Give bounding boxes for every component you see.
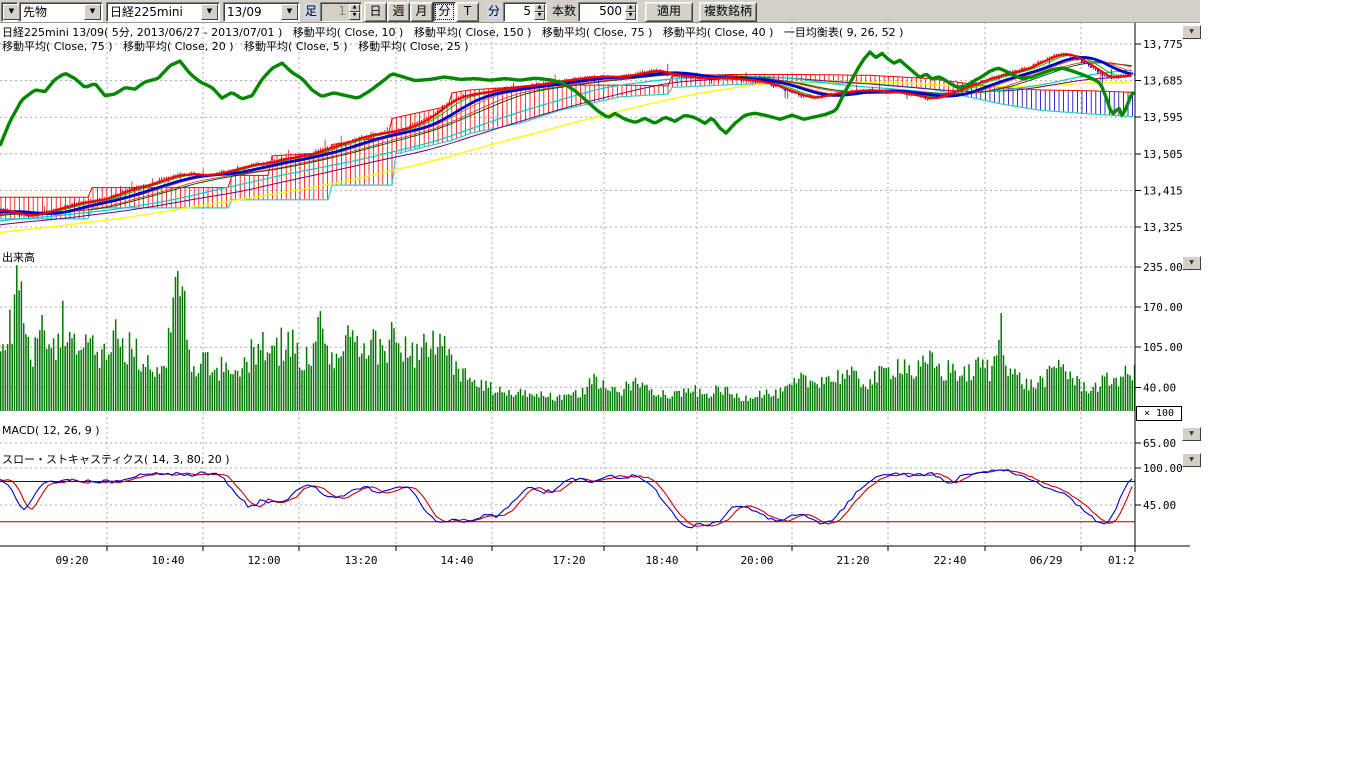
tick-button[interactable]: T xyxy=(456,2,479,22)
svg-text:06/29: 06/29 xyxy=(1029,554,1062,567)
ichimoku-cloud xyxy=(0,75,1134,219)
bar-count-value: 500 xyxy=(579,3,624,21)
svg-text:13,595: 13,595 xyxy=(1143,111,1183,124)
bar-interval-value: 1 xyxy=(321,3,348,21)
symbol-combo-value: 日経225mini xyxy=(107,4,200,20)
bar-interval-spinner: 1 ▲▼ xyxy=(320,2,362,22)
bar-type-label: 足 xyxy=(304,3,318,19)
minute-value: 5 xyxy=(504,3,533,21)
apply-button[interactable]: 適用 xyxy=(645,2,693,22)
stoch-k-line xyxy=(0,470,1132,528)
blank-combo[interactable]: ▼ xyxy=(1,2,18,22)
price-panel-menu-button[interactable]: ▼ xyxy=(1182,25,1201,39)
contract-combo[interactable]: 13/09 ▼ xyxy=(223,2,300,22)
svg-text:235.00: 235.00 xyxy=(1143,261,1183,274)
svg-text:13,415: 13,415 xyxy=(1143,184,1183,197)
spinner-arrows-icon[interactable]: ▲▼ xyxy=(534,4,545,20)
chart-canvas: 13,775 13,685 13,595 13,505 13,415 13,325 235.… xyxy=(0,0,1200,580)
chart-region: 13,775 13,685 13,595 13,505 13,415 13,325 235.… xyxy=(0,0,1200,580)
grid-lines xyxy=(0,22,1135,546)
weekly-button[interactable]: 週 xyxy=(387,2,410,22)
contract-combo-value: 13/09 xyxy=(224,4,280,20)
svg-text:18:40: 18:40 xyxy=(645,554,678,567)
svg-text:45.00: 45.00 xyxy=(1143,499,1176,512)
svg-text:22:40: 22:40 xyxy=(933,554,966,567)
svg-text:01:2: 01:2 xyxy=(1108,554,1135,567)
chart-application-window: 13,775 13,685 13,595 13,505 13,415 13,325 235.… xyxy=(0,0,1200,580)
minute-unit-label: 分 xyxy=(487,3,501,19)
svg-text:17:20: 17:20 xyxy=(552,554,585,567)
macd-panel-menu-button[interactable]: ▼ xyxy=(1182,427,1201,441)
svg-text:13,505: 13,505 xyxy=(1143,148,1183,161)
spinner-arrows-icon[interactable]: ▲▼ xyxy=(625,4,636,20)
screen: 13,775 13,685 13,595 13,505 13,415 13,325 235.… xyxy=(0,0,1366,768)
svg-text:20:00: 20:00 xyxy=(740,554,773,567)
toolbar: ▼ 先物 ▼ 日経225mini ▼ 13/09 ▼ 足 1 ▲▼ 日 週 月 … xyxy=(0,0,1200,23)
chevron-down-icon[interactable]: ▼ xyxy=(3,4,20,20)
symbol-combo[interactable]: 日経225mini ▼ xyxy=(106,2,220,22)
svg-text:14:40: 14:40 xyxy=(440,554,473,567)
svg-text:13,775: 13,775 xyxy=(1143,38,1183,51)
svg-text:105.00: 105.00 xyxy=(1143,341,1183,354)
svg-text:21:20: 21:20 xyxy=(836,554,869,567)
volume-panel-menu-button[interactable]: ▼ xyxy=(1182,256,1201,270)
svg-text:12:00: 12:00 xyxy=(247,554,280,567)
svg-text:13:20: 13:20 xyxy=(344,554,377,567)
stoch-panel-menu-button[interactable]: ▼ xyxy=(1182,453,1201,467)
bar-count-spinner[interactable]: 500 ▲▼ xyxy=(578,2,638,22)
svg-text:40.00: 40.00 xyxy=(1143,381,1176,394)
candlesticks xyxy=(0,52,1136,217)
stochastics-lines xyxy=(0,470,1132,528)
svg-text:100.00: 100.00 xyxy=(1143,462,1183,475)
svg-text:13,325: 13,325 xyxy=(1143,221,1183,234)
category-combo-value: 先物 xyxy=(20,4,83,20)
multi-symbol-button[interactable]: 複数銘柄 xyxy=(699,2,757,22)
chevron-down-icon[interactable]: ▼ xyxy=(201,4,218,20)
svg-text:09:20: 09:20 xyxy=(55,554,88,567)
svg-text:65.00: 65.00 xyxy=(1143,437,1176,450)
volume-multiplier-badge: × 100 xyxy=(1136,406,1182,421)
minute-button[interactable]: 分 xyxy=(433,2,456,22)
chevron-down-icon[interactable]: ▼ xyxy=(84,4,101,20)
monthly-button[interactable]: 月 xyxy=(410,2,433,22)
bar-count-label: 本数 xyxy=(551,3,577,19)
svg-text:170.00: 170.00 xyxy=(1143,301,1183,314)
daily-button[interactable]: 日 xyxy=(364,2,387,22)
chevron-down-icon[interactable]: ▼ xyxy=(281,4,298,20)
ma150-line xyxy=(0,82,1132,233)
stoch-d-line xyxy=(0,470,1132,526)
category-combo[interactable]: 先物 ▼ xyxy=(19,2,103,22)
svg-text:10:40: 10:40 xyxy=(151,554,184,567)
svg-text:13,685: 13,685 xyxy=(1143,75,1183,88)
volume-bars xyxy=(1,265,1135,411)
minute-spinner[interactable]: 5 ▲▼ xyxy=(503,2,547,22)
spinner-arrows-icon: ▲▼ xyxy=(349,4,360,20)
ma75-line xyxy=(0,70,1132,221)
